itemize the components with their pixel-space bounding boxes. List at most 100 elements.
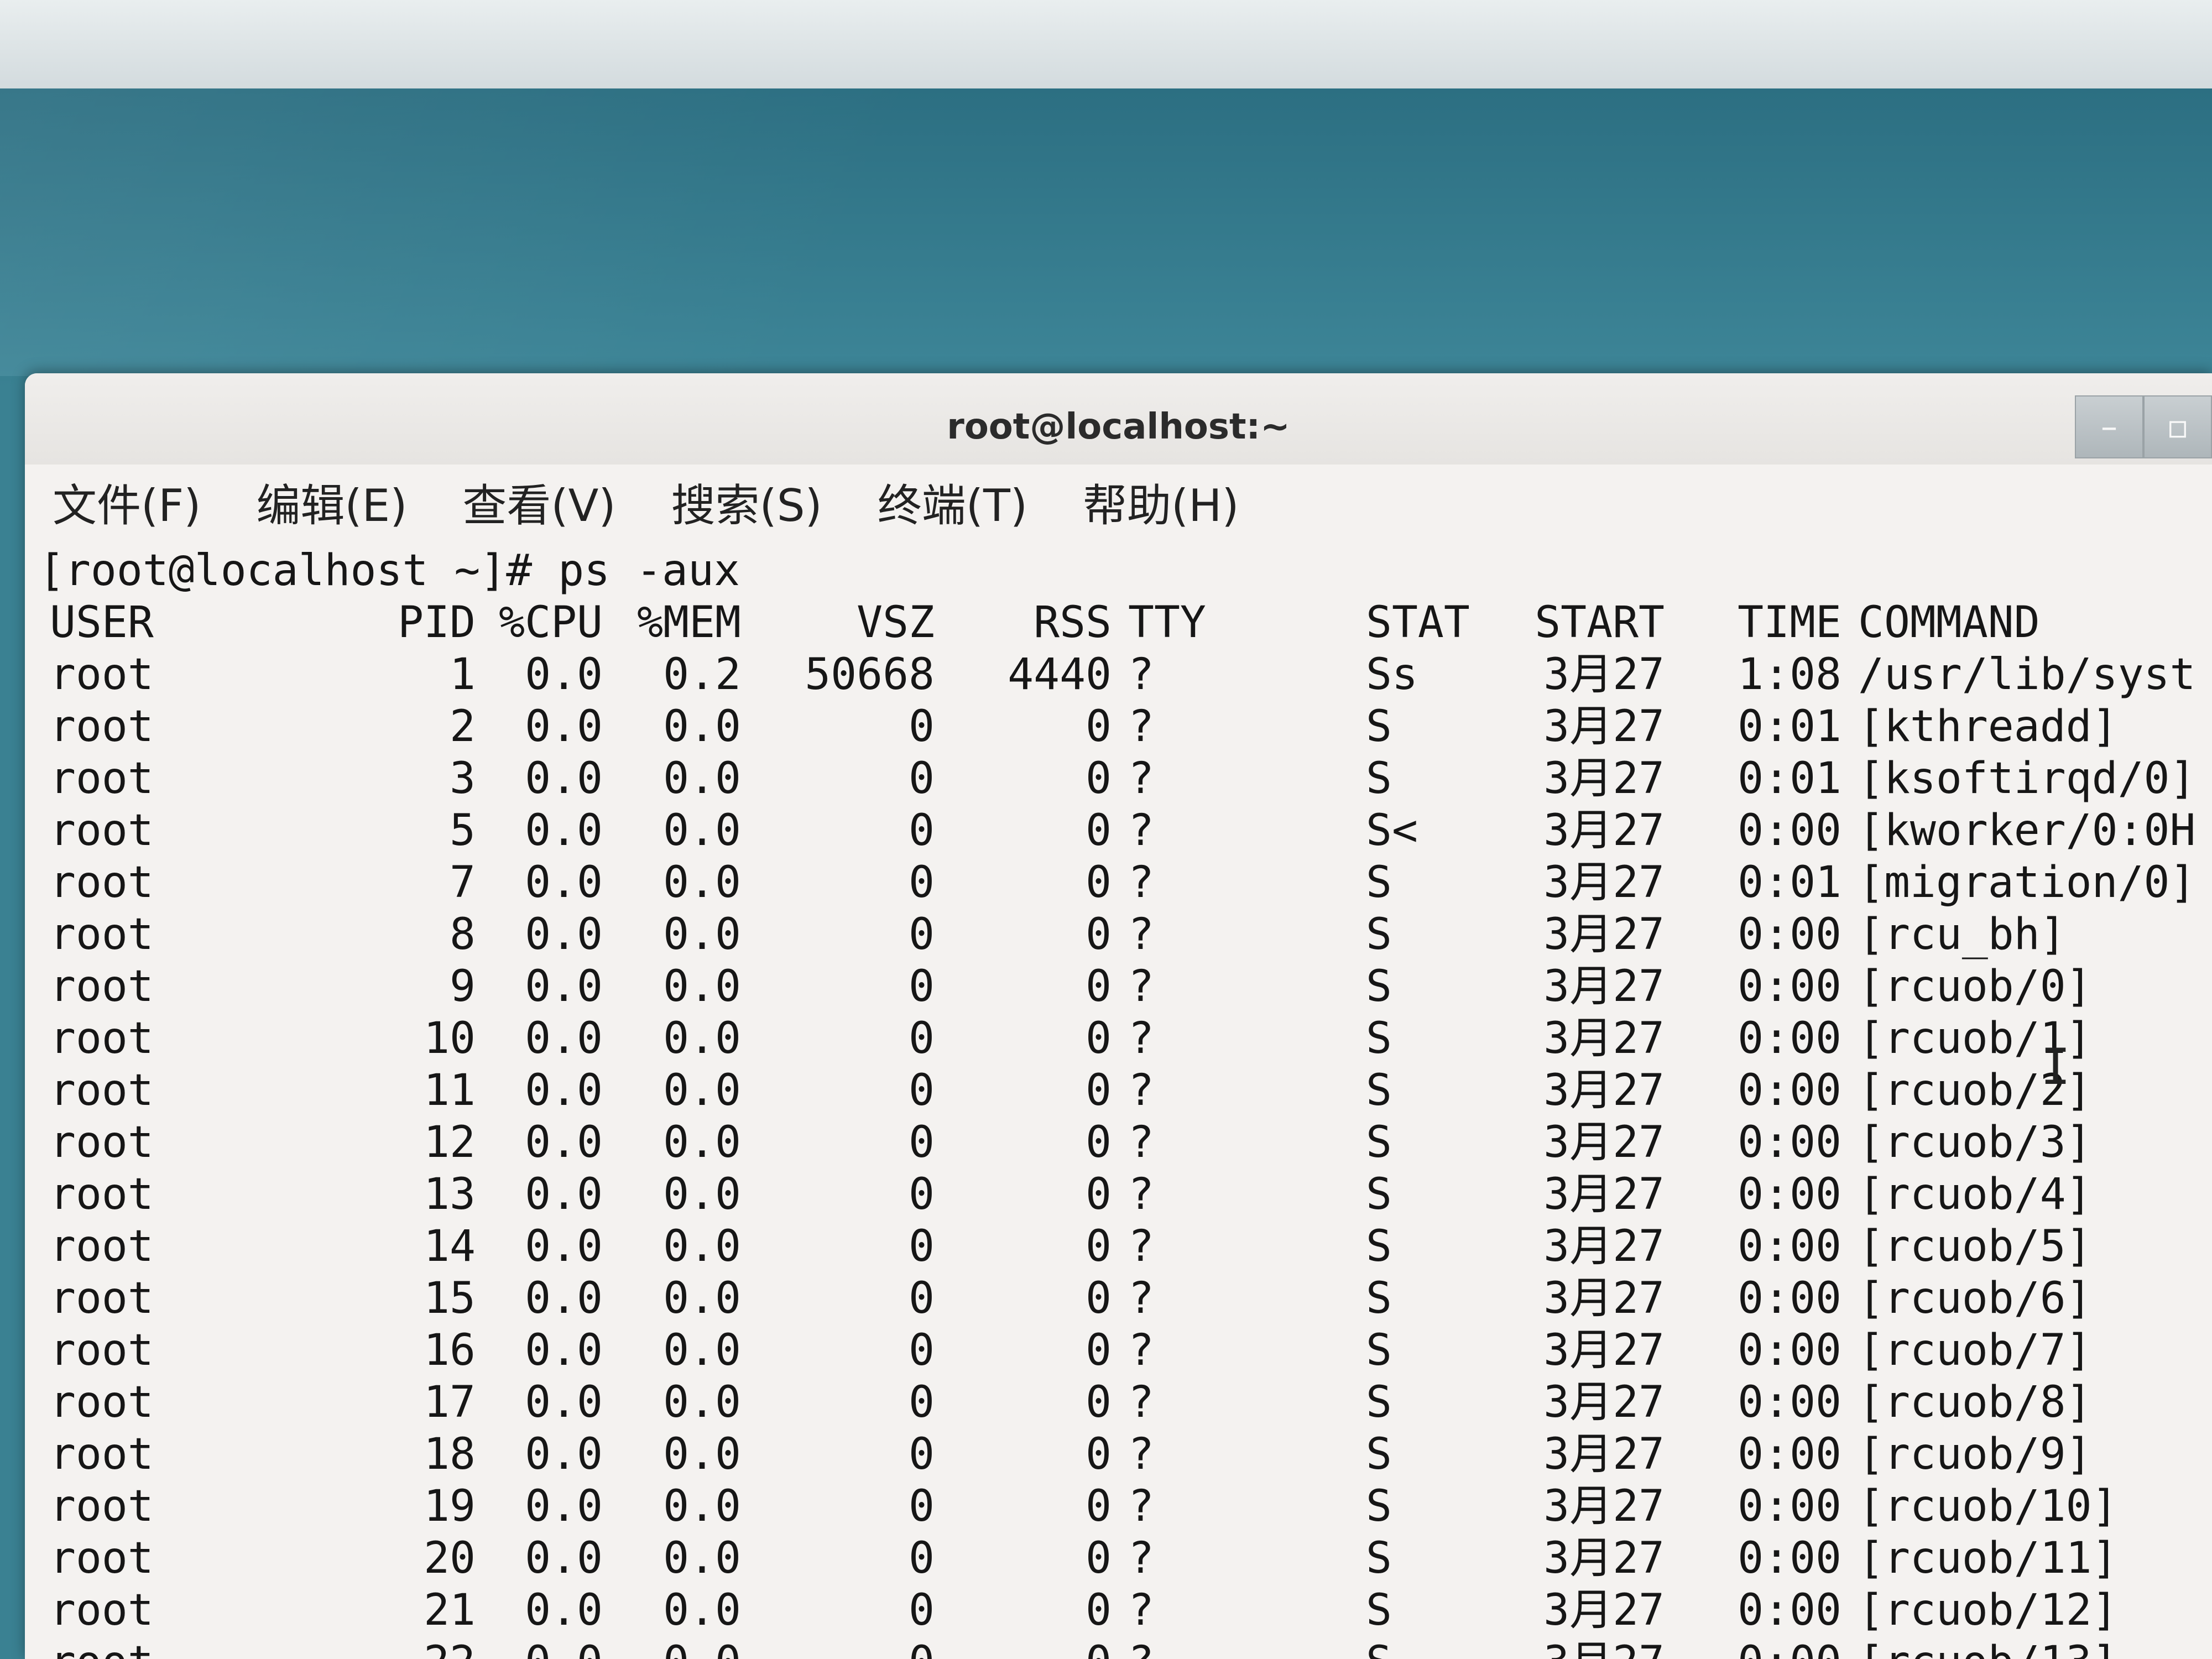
cell-user: root: [50, 1014, 154, 1063]
menu-help[interactable]: 帮助(H): [1052, 470, 1264, 542]
cell-time: 0:00: [1738, 1118, 1841, 1167]
terminal-output[interactable]: [root@localhost ~]# ps -aux USER PID %CP…: [25, 545, 2212, 1659]
cell-time: 0:00: [1738, 1014, 1841, 1063]
cell-user: root: [50, 1170, 154, 1219]
cell-vsz: 0: [909, 1326, 935, 1375]
cell-vsz: 0: [909, 1585, 935, 1635]
cell-cpu: 0.0: [525, 1222, 603, 1271]
cell-time: 0:00: [1738, 1378, 1841, 1427]
cell-stat: Ss: [1366, 650, 1418, 700]
cell-vsz: 0: [909, 1066, 935, 1115]
header-mem: %MEM: [637, 598, 741, 648]
cell-start: 3月27: [1543, 1326, 1665, 1375]
cell-start: 3月27: [1543, 962, 1665, 1011]
cell-pid: 2: [450, 702, 476, 752]
cell-vsz: 0: [909, 1378, 935, 1427]
cell-stat: S: [1366, 910, 1392, 959]
cell-command: /usr/lib/syst: [1858, 650, 2196, 700]
cell-mem: 0.0: [663, 1481, 741, 1531]
cell-time: 0:00: [1738, 806, 1841, 855]
title-bar[interactable]: root@localhost:~ – ▫: [25, 373, 2212, 465]
process-row: root 13 0.0 0.0 0 0? S 3月27 0:00 [rcuob/4]: [39, 1168, 2212, 1220]
cell-tty: ?: [1128, 1222, 1154, 1271]
cell-user: root: [50, 1326, 154, 1375]
desktop-background: [0, 88, 2212, 376]
cell-user: root: [50, 858, 154, 907]
cell-user: root: [50, 1222, 154, 1271]
cell-pid: 10: [424, 1014, 476, 1063]
menu-terminal[interactable]: 终端(T): [847, 470, 1052, 542]
cell-stat: S: [1366, 1170, 1392, 1219]
cell-stat: S: [1366, 1378, 1392, 1427]
cell-stat: S: [1366, 1636, 1392, 1659]
cell-mem: 0.0: [663, 754, 741, 804]
cell-pid: 13: [424, 1170, 476, 1219]
cell-command: [rcuob/10]: [1858, 1481, 2118, 1531]
menu-edit[interactable]: 编辑(E): [226, 470, 432, 542]
terminal-window[interactable]: root@localhost:~ – ▫ 文件(F) 编辑(E) 查看(V) 搜…: [25, 373, 2212, 1659]
cell-rss: 0: [1086, 1481, 1112, 1531]
cell-time: 0:00: [1692, 1636, 1841, 1659]
cell-stat: S: [1366, 754, 1392, 804]
text-cursor-icon: I: [2041, 1038, 2071, 1096]
cell-vsz: 0: [909, 962, 935, 1011]
process-row: root 2 0.0 0.0 0 0? S 3月27 0:01 [kthreadd]: [39, 701, 2212, 753]
cell-command: [rcuob/0]: [1858, 962, 2092, 1011]
cell-vsz: 0: [909, 1014, 935, 1063]
cell-cpu: 0.0: [525, 1118, 603, 1167]
cell-start: 3月27: [1543, 702, 1665, 752]
cell-user: root: [50, 1118, 154, 1167]
cell-pid: 11: [424, 1066, 476, 1115]
cell-rss: 0: [1086, 806, 1112, 855]
cell-cpu: 0.0: [525, 650, 603, 700]
cell-rss: 4440: [1008, 650, 1112, 700]
cell-rss: 0: [1086, 1274, 1112, 1323]
cell-vsz: 50668: [805, 650, 935, 700]
menu-bar: 文件(F) 编辑(E) 查看(V) 搜索(S) 终端(T) 帮助(H): [25, 470, 1264, 542]
cell-rss: 0: [1086, 1118, 1112, 1167]
cell-cpu: 0.0: [525, 1014, 603, 1063]
menu-search[interactable]: 搜索(S): [641, 470, 847, 542]
menu-view[interactable]: 查看(V): [432, 470, 640, 542]
cell-pid: 15: [424, 1274, 476, 1323]
cell-user: root: [50, 754, 154, 804]
cell-cpu: 0.0: [525, 754, 603, 804]
minimize-button[interactable]: –: [2075, 395, 2143, 458]
cell-time: 1:08: [1738, 650, 1841, 700]
cell-user: root: [50, 1378, 154, 1427]
cell-rss: 0: [1086, 858, 1112, 907]
cell-start: 3月27: [1543, 1222, 1665, 1271]
cell-stat: S: [1366, 1430, 1392, 1479]
maximize-button[interactable]: ▫: [2143, 395, 2212, 458]
cell-time: 0:00: [1738, 1585, 1841, 1635]
cell-pid: 1: [450, 650, 476, 700]
cell-stat: S: [1366, 962, 1392, 1011]
header-command: COMMAND: [1858, 598, 2040, 648]
cell-tty: ?: [1128, 1585, 1154, 1635]
cell-rss: 0: [1086, 1430, 1112, 1479]
cell-tty: ?: [1128, 1430, 1154, 1479]
cell-stat: S: [1366, 1585, 1392, 1635]
process-row: root 19 0.0 0.0 0 0? S 3月27 0:00 [rcuob/10]: [39, 1480, 2212, 1532]
cell-mem: 0.0: [663, 1378, 741, 1427]
cell-stat: S: [1366, 1274, 1392, 1323]
cell-vsz: 0: [769, 1636, 935, 1659]
cell-cpu: 0.0: [525, 702, 603, 752]
cell-cpu: 0.0: [525, 806, 603, 855]
header-cpu: %CPU: [499, 598, 603, 648]
cell-rss: 0: [1086, 1170, 1112, 1219]
minimize-icon: –: [2101, 408, 2117, 446]
cell-rss: 0: [1086, 1066, 1112, 1115]
header-rss: RSS: [1034, 598, 1112, 648]
cell-rss: 0: [1086, 702, 1112, 752]
cell-vsz: 0: [909, 1118, 935, 1167]
cell-user: root: [50, 650, 154, 700]
cell-tty: ?: [1128, 858, 1154, 907]
cell-tty: ?: [1128, 1066, 1154, 1115]
cell-start: 3月27: [1543, 1481, 1665, 1531]
menu-file[interactable]: 文件(F): [25, 470, 226, 542]
cell-tty: ?: [1128, 1118, 1154, 1167]
cell-mem: 0.2: [663, 650, 741, 700]
cell-time: 0:01: [1738, 702, 1841, 752]
cell-stat: S: [1366, 1222, 1392, 1271]
